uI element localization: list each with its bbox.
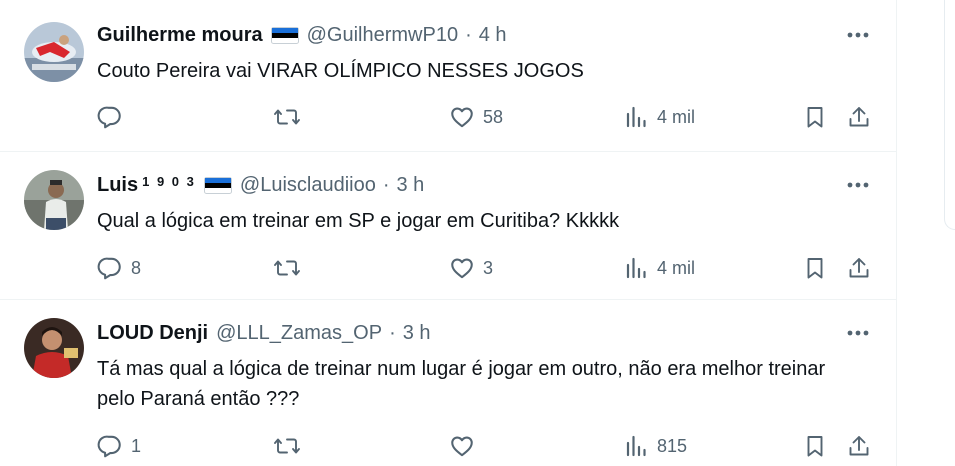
reply-count: 1: [131, 435, 142, 456]
reply-icon: [97, 433, 123, 459]
bookmark-button[interactable]: [803, 253, 827, 283]
tweet-actions: 8 3 4 mil: [97, 253, 877, 283]
author-handle[interactable]: @LLL_Zamas_OP: [216, 322, 382, 345]
views-count: 4 mil: [657, 257, 696, 278]
views-button[interactable]: 815: [625, 431, 687, 461]
tweet-header: LOUD Denji @LLL_Zamas_OP · 3 h: [97, 320, 431, 346]
bookmark-icon: [803, 104, 827, 130]
retweet-icon: [273, 255, 301, 281]
like-button[interactable]: [449, 431, 483, 461]
share-icon: [847, 433, 871, 459]
more-icon[interactable]: [845, 22, 871, 48]
views-count: 4 mil: [657, 106, 696, 127]
bookmark-button[interactable]: [803, 431, 827, 461]
retweet-button[interactable]: [273, 102, 309, 132]
more-icon[interactable]: [845, 172, 871, 198]
timestamp[interactable]: 4 h: [479, 24, 507, 47]
reply-count: 8: [131, 257, 142, 278]
bookmark-icon: [803, 255, 827, 281]
views-icon: [625, 104, 649, 130]
share-icon: [847, 255, 871, 281]
more-icon[interactable]: [845, 320, 871, 346]
avatar[interactable]: [24, 170, 84, 230]
flag-icon: [203, 176, 232, 194]
tweet-header: Guilherme moura @GuilhermwP10 · 4 h: [97, 22, 507, 48]
timestamp[interactable]: 3 h: [397, 174, 425, 197]
separator-dot: ·: [465, 23, 472, 46]
reply-button[interactable]: 1: [97, 431, 141, 461]
avatar[interactable]: [24, 318, 84, 378]
reply-icon: [97, 104, 123, 130]
share-button[interactable]: [847, 253, 871, 283]
share-button[interactable]: [847, 431, 871, 461]
tweet[interactable]: Guilherme moura @GuilhermwP10 · 4 h Cout…: [0, 0, 896, 152]
right-sidebar-edge: [944, 0, 955, 230]
retweet-button[interactable]: [273, 431, 309, 461]
separator-dot: ·: [382, 173, 390, 196]
reply-feed: Guilherme moura @GuilhermwP10 · 4 h Cout…: [0, 0, 897, 466]
author-name-suffix: 1 9 0 3: [142, 173, 196, 189]
reply-button[interactable]: [97, 102, 131, 132]
like-count: 3: [483, 257, 494, 278]
avatar[interactable]: [24, 22, 84, 82]
heart-icon: [449, 104, 475, 130]
author-handle[interactable]: @Luisclaudiioo: [240, 174, 376, 197]
author-name[interactable]: LOUD Denji: [97, 322, 208, 345]
views-button[interactable]: 4 mil: [625, 102, 695, 132]
bookmark-icon: [803, 433, 827, 459]
views-icon: [625, 433, 649, 459]
author-name[interactable]: Luis: [97, 174, 138, 197]
tweet-text: Qual a lógica em treinar em SP e jogar e…: [97, 210, 620, 232]
share-icon: [847, 104, 871, 130]
author-handle[interactable]: @GuilhermwP10: [307, 24, 458, 47]
tweet-actions: 1 815: [97, 431, 877, 461]
like-button[interactable]: 3: [449, 253, 493, 283]
heart-icon: [449, 255, 475, 281]
bookmark-button[interactable]: [803, 102, 827, 132]
separator-dot: ·: [389, 321, 396, 344]
tweet-text: Tá mas qual a lógica de treinar num luga…: [97, 358, 826, 410]
author-name[interactable]: Guilherme moura: [97, 24, 263, 47]
share-button[interactable]: [847, 102, 871, 132]
like-button[interactable]: 58: [449, 102, 503, 132]
like-count: 58: [483, 106, 504, 127]
flag-icon: [270, 26, 299, 44]
views-button[interactable]: 4 mil: [625, 253, 695, 283]
tweet-header: Luis 1 9 0 3 @Luisclaudiioo · 3 h: [97, 172, 424, 198]
retweet-icon: [273, 104, 301, 130]
tweet[interactable]: Luis 1 9 0 3 @Luisclaudiioo · 3 h Qual a…: [0, 152, 896, 300]
retweet-icon: [273, 433, 301, 459]
views-count: 815: [657, 435, 688, 456]
retweet-button[interactable]: [273, 253, 309, 283]
tweet[interactable]: LOUD Denji @LLL_Zamas_OP · 3 h Tá mas qu…: [0, 300, 896, 466]
views-icon: [625, 255, 649, 281]
reply-button[interactable]: 8: [97, 253, 141, 283]
tweet-text: Couto Pereira vai VIRAR OLÍMPICO NESSES …: [97, 60, 584, 82]
timestamp[interactable]: 3 h: [403, 322, 431, 345]
reply-icon: [97, 255, 123, 281]
tweet-actions: 58 4 mil: [97, 102, 877, 132]
heart-icon: [449, 433, 475, 459]
